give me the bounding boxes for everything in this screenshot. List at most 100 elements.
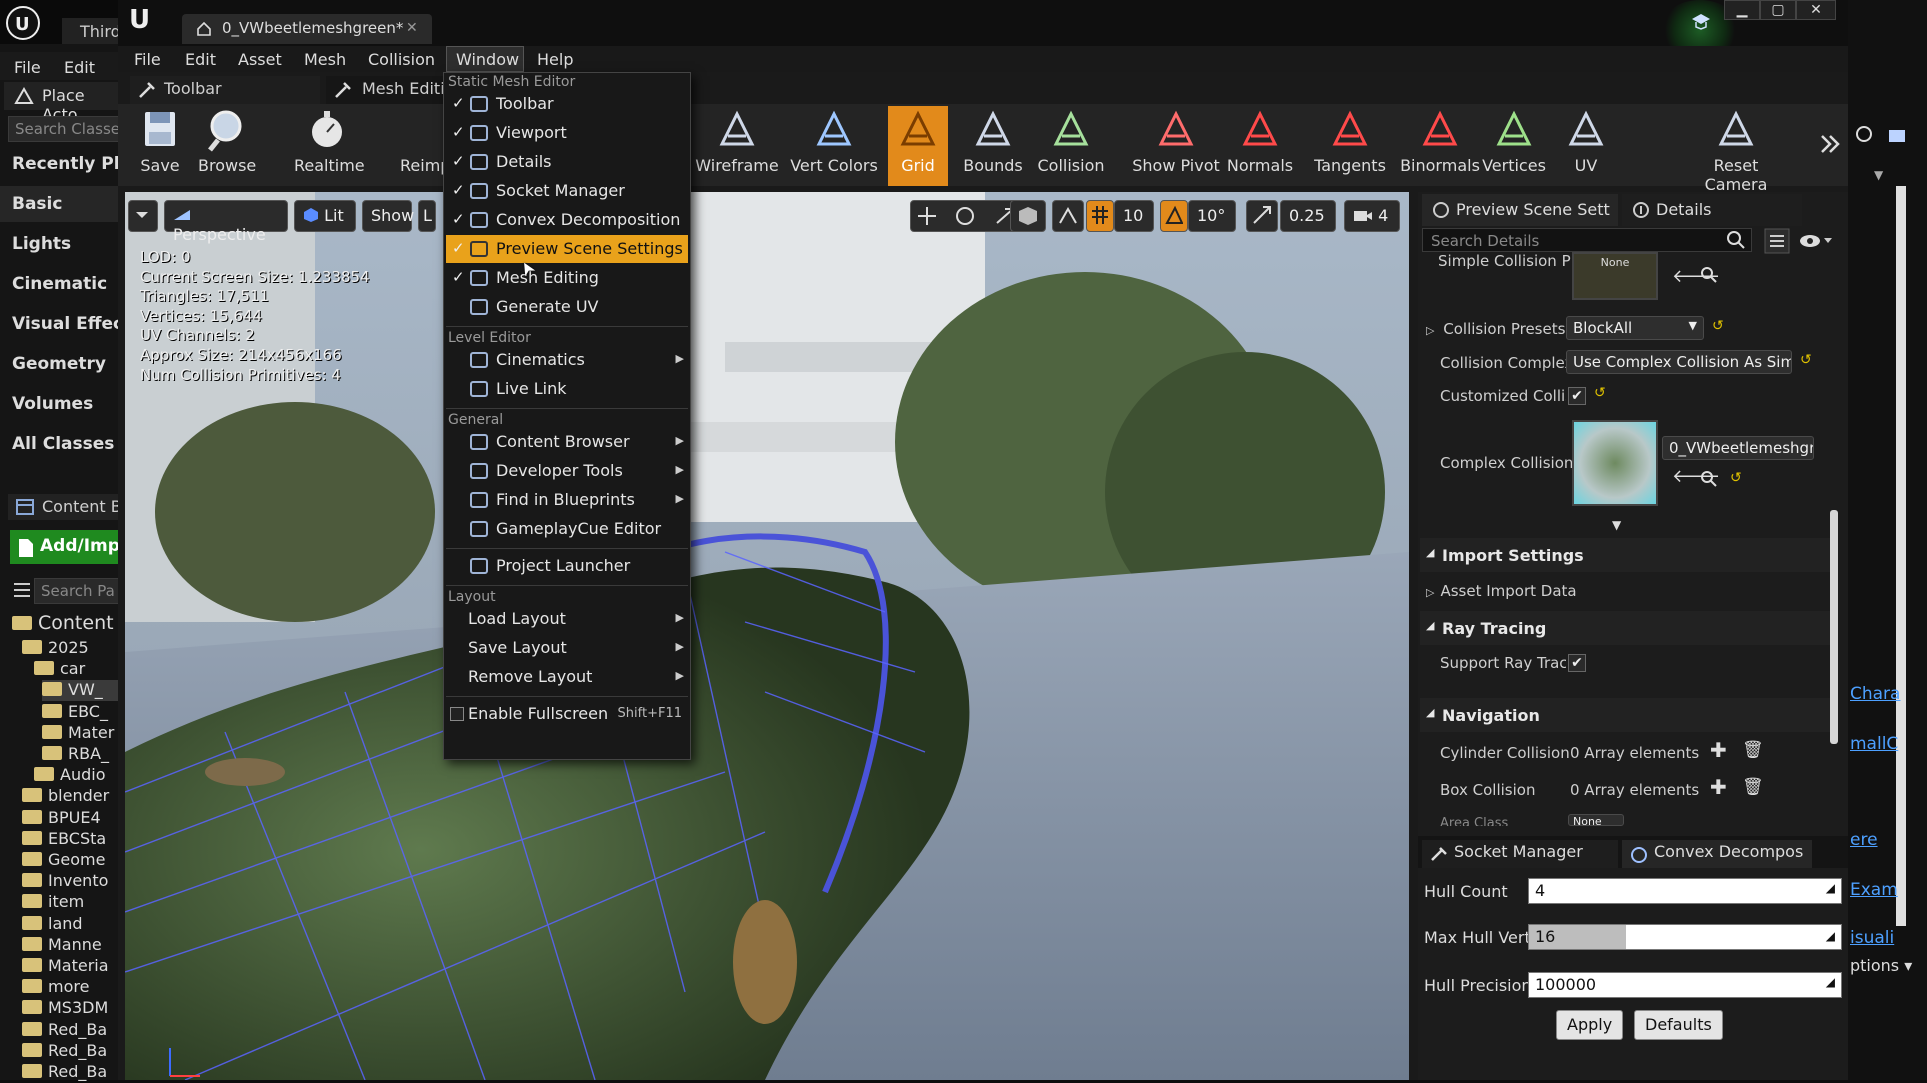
tree-folder-row[interactable]: Content <box>12 612 125 638</box>
background-dropdown-icon[interactable]: ▼ <box>1874 168 1883 182</box>
category-lights[interactable]: Lights <box>0 226 120 262</box>
bg-menu-file[interactable]: File <box>14 58 41 77</box>
expand-advanced-icon[interactable]: ▼ <box>1612 518 1621 532</box>
maximize-button[interactable]: ▢ <box>1760 0 1796 20</box>
max-hull-verts-input[interactable]: 16 ◢ <box>1528 924 1842 950</box>
search-icon[interactable] <box>1726 230 1746 250</box>
bg-link-4[interactable]: Exam <box>1850 880 1898 900</box>
convex-decomposition-tab[interactable]: Convex Decompos <box>1622 840 1812 868</box>
category-volumes[interactable]: Volumes <box>0 386 120 422</box>
category-geometry[interactable]: Geometry <box>0 346 120 382</box>
toolbar-tab[interactable]: Toolbar <box>130 76 320 104</box>
grid-snap-value[interactable]: 10 <box>1114 200 1154 232</box>
bg-link-2[interactable]: mallC <box>1850 734 1898 754</box>
menu-item-remove-layout[interactable]: Remove Layout ▶ <box>446 663 688 691</box>
complex-collision-dropdown[interactable]: 0_VWbeetlemeshgre <box>1662 436 1814 460</box>
menu-item-load-layout[interactable]: Load Layout ▶ <box>446 605 688 633</box>
bounds-button[interactable]: Bounds <box>960 106 1026 186</box>
world-local-toggle[interactable] <box>1010 200 1046 232</box>
normals-button[interactable]: Normals <box>1224 106 1296 186</box>
eye-icon[interactable] <box>1798 232 1834 250</box>
content-browser-tab[interactable]: Content B <box>8 494 125 520</box>
tree-folder-row[interactable]: Materia <box>22 956 125 977</box>
scale-snap-toggle[interactable] <box>1246 200 1278 232</box>
tree-folder-row[interactable]: blender <box>22 786 125 807</box>
menu-item-find-in-blueprints[interactable]: Find in Blueprints ▶ <box>446 486 688 514</box>
browse-asset-icon[interactable] <box>1700 266 1718 284</box>
menu-item-enable-fullscreen[interactable]: Enable Fullscreen Shift+F11 <box>446 700 688 728</box>
reset-to-default-icon[interactable]: ↺ <box>1800 352 1812 368</box>
tree-folder-row[interactable]: land <box>22 914 125 935</box>
close-tab-icon[interactable]: ✕ <box>406 20 418 36</box>
simple-collision-thumbnail[interactable]: None <box>1572 252 1658 300</box>
menu-item-convex-decomposition[interactable]: ✓ Convex Decomposition <box>446 206 688 234</box>
category-basic[interactable]: Basic <box>0 186 120 222</box>
socket-manager-tab[interactable]: Socket Manager <box>1422 840 1618 868</box>
menu-help[interactable]: Help <box>537 50 573 69</box>
reset-to-default-icon[interactable]: ↺ <box>1594 385 1606 401</box>
trash-icon[interactable]: 🗑 <box>1742 740 1764 760</box>
menu-item-socket-manager[interactable]: ✓ Socket Manager <box>446 177 688 205</box>
tree-folder-row[interactable]: BPUE4 <box>22 808 125 829</box>
customized-collision-checkbox[interactable]: ✔ <box>1568 387 1586 405</box>
category-visual-effects[interactable]: Visual Effects <box>0 306 120 342</box>
tree-folder-row[interactable]: Mater <box>42 723 125 744</box>
background-settings-icon[interactable] <box>1886 124 1910 148</box>
menu-item-developer-tools[interactable]: Developer Tools ▶ <box>446 457 688 485</box>
camera-speed-button[interactable]: 4 <box>1344 200 1400 232</box>
browse-button[interactable]: Browse <box>198 106 256 186</box>
hull-precision-input[interactable]: 100000 ◢ <box>1528 972 1842 998</box>
collision-button[interactable]: Collision <box>1034 106 1108 186</box>
rotation-snap-value[interactable]: 10° <box>1188 200 1236 232</box>
reset-camera-button[interactable]: Reset Camera <box>1686 106 1786 194</box>
tree-folder-row[interactable]: Audio <box>34 765 125 786</box>
more-chevron-icon[interactable] <box>1818 132 1842 156</box>
tree-folder-row[interactable]: VW_ <box>42 680 125 702</box>
menu-item-save-layout[interactable]: Save Layout ▶ <box>446 634 688 662</box>
class-search-input[interactable]: Search Classe <box>8 116 123 142</box>
add-element-icon[interactable]: ✚ <box>1710 738 1727 762</box>
menu-edit[interactable]: Edit <box>185 50 216 69</box>
grid-button[interactable]: Grid <box>888 106 948 186</box>
view-options-icon[interactable] <box>1764 228 1790 254</box>
tree-folder-row[interactable]: MS3DM <box>22 998 125 1019</box>
collision-complexity-dropdown[interactable]: Use Complex Collision As Sim▼ <box>1566 350 1792 374</box>
tree-folder-row[interactable]: Invento <box>22 871 125 892</box>
vertices-button[interactable]: Vertices <box>1482 106 1546 186</box>
menu-file[interactable]: File <box>134 50 161 69</box>
bg-link-1[interactable]: Chara <box>1850 684 1900 704</box>
menu-item-generate-uv[interactable]: Generate UV <box>446 293 688 321</box>
tree-folder-row[interactable]: car <box>34 659 125 680</box>
reset-to-default-icon[interactable]: ↺ <box>1712 318 1724 334</box>
menu-item-content-browser[interactable]: Content Browser ▶ <box>446 428 688 456</box>
perspective-button[interactable]: Perspective <box>164 200 288 244</box>
menu-item-mesh-editing[interactable]: ✓ Mesh Editing <box>446 264 688 292</box>
bg-menu-edit[interactable]: Edit <box>64 58 95 77</box>
tree-folder-row[interactable]: 2025 <box>22 638 125 659</box>
viewport-options-button[interactable] <box>128 200 158 232</box>
menu-item-gameplaycue-editor[interactable]: GameplayCue Editor <box>446 515 688 543</box>
surface-snap-toggle[interactable] <box>1052 200 1084 232</box>
mesh-editing-tab[interactable]: Mesh Editin <box>326 76 446 104</box>
show-pivot-button[interactable]: Show Pivot <box>1130 106 1222 186</box>
tree-folder-row[interactable]: Red_Ba <box>22 1041 125 1062</box>
tree-folder-row[interactable]: item <box>22 892 125 913</box>
uv-button[interactable]: UV <box>1560 106 1612 186</box>
path-search-input[interactable]: Search Pa <box>34 578 125 604</box>
browse-asset-icon[interactable] <box>1700 470 1718 488</box>
save-button[interactable]: Save <box>134 106 186 186</box>
scale-snap-value[interactable]: 0.25 <box>1280 200 1336 232</box>
area-class-dropdown[interactable]: None <box>1568 814 1624 826</box>
details-tab[interactable]: Details <box>1622 194 1802 226</box>
realtime-button[interactable]: Realtime <box>294 106 365 186</box>
bg-link-3[interactable]: ere <box>1850 830 1878 850</box>
vert-colors-button[interactable]: Vert Colors <box>790 106 878 186</box>
navigation-section[interactable]: ◢ Navigation <box>1420 698 1830 732</box>
checkbox-icon[interactable] <box>450 707 464 721</box>
trash-icon[interactable]: 🗑 <box>1742 777 1764 797</box>
menu-item-cinematics[interactable]: Cinematics ▶ <box>446 346 688 374</box>
hull-count-input[interactable]: 4 ◢ <box>1528 878 1842 904</box>
category-recently-placed[interactable]: Recently Plac <box>0 146 120 182</box>
menu-item-live-link[interactable]: Live Link <box>446 375 688 403</box>
tree-folder-row[interactable]: Red_Ba <box>22 1020 125 1041</box>
